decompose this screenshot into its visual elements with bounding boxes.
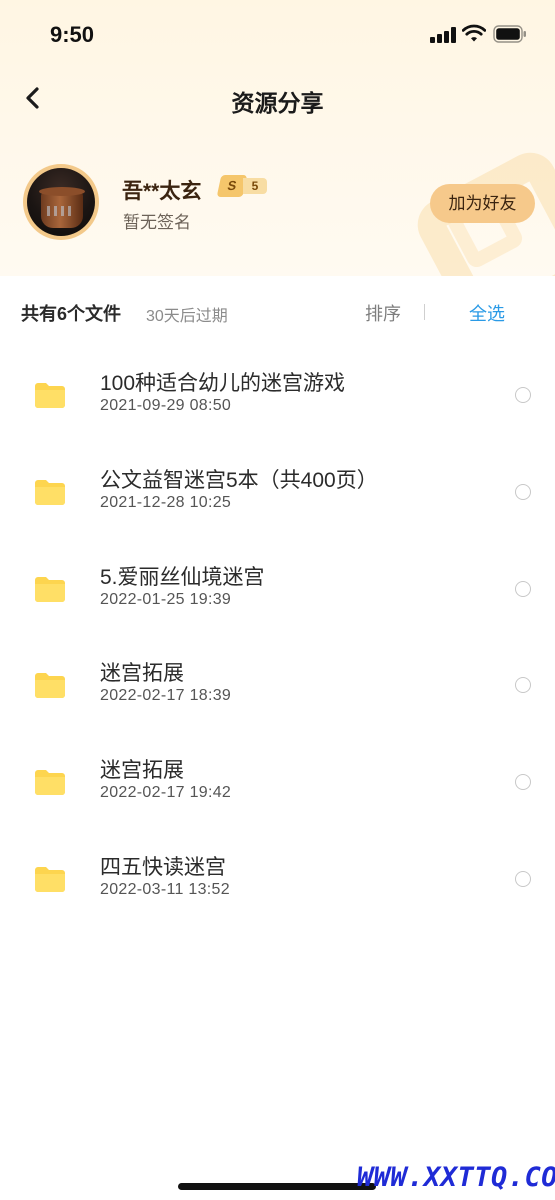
avatar-image	[27, 168, 95, 236]
status-bar: 9:50	[0, 0, 555, 70]
sort-button[interactable]: 排序	[365, 300, 401, 326]
file-date: 2022-02-17 18:39	[100, 687, 232, 705]
avatar[interactable]	[23, 164, 99, 240]
file-name: 100种适合幼儿的迷宫游戏	[100, 372, 346, 395]
file-name: 迷宫拓展	[100, 759, 184, 783]
avatar-cup-graphic	[39, 187, 85, 228]
status-time: 9:50	[50, 22, 95, 47]
user-name: 吾**太玄	[122, 180, 202, 203]
file-date: 2022-03-11 13:52	[100, 880, 230, 898]
file-row[interactable]: 迷宫拓展 2022-02-17 18:39	[0, 636, 555, 733]
file-name: 四五快读迷宫	[100, 855, 226, 879]
file-date: 2021-09-29 08:50	[100, 397, 232, 414]
file-row[interactable]: 5.爱丽丝仙境迷宫 2022-01-25 19:39	[0, 540, 555, 637]
file-date: 2022-01-25 19:39	[100, 590, 232, 608]
file-row[interactable]: 公文益智迷宫5本（共400页） 2021-12-28 10:25	[0, 443, 555, 540]
select-radio[interactable]	[515, 483, 531, 500]
add-friend-button[interactable]: 加为好友	[430, 184, 535, 223]
file-toolbar: 共有6个文件 30天后过期 排序 全选	[0, 276, 555, 346]
resource-share-page: 9:50 资源分享 吾**太玄 S 5 暂无签名 加为好友 共有6个文件 30天…	[0, 0, 555, 1200]
battery-icon	[493, 25, 526, 43]
level-badge: S 5	[216, 175, 269, 197]
folder-icon	[35, 673, 65, 699]
file-list: 100种适合幼儿的迷宫游戏 2021-09-29 08:50 公文益智迷宫5本（…	[0, 346, 555, 927]
page-title: 资源分享	[231, 90, 324, 116]
file-date: 2021-12-28 10:25	[100, 493, 232, 511]
user-signature: 暂无签名	[123, 213, 191, 232]
select-radio[interactable]	[515, 580, 531, 597]
watermark-text: WWW.XXTTQ.COM	[357, 1162, 555, 1193]
file-name: 5.爱丽丝仙境迷宫	[100, 565, 265, 589]
folder-icon	[35, 479, 65, 505]
file-date: 2022-02-17 19:42	[100, 784, 232, 802]
wifi-icon	[462, 24, 486, 42]
file-name: 公文益智迷宫5本（共400页）	[100, 468, 378, 492]
level-number: 5	[243, 178, 267, 194]
folder-icon	[35, 866, 65, 892]
expire-label: 30天后过期	[146, 308, 228, 325]
file-row[interactable]: 迷宫拓展 2022-02-17 19:42	[0, 733, 555, 830]
select-radio[interactable]	[515, 774, 531, 791]
file-name: 迷宫拓展	[100, 662, 184, 686]
toolbar-divider	[424, 304, 425, 320]
select-radio[interactable]	[515, 387, 531, 403]
select-radio[interactable]	[515, 870, 531, 887]
file-row[interactable]: 四五快读迷宫 2022-03-11 13:52	[0, 830, 555, 927]
file-count-label: 共有6个文件	[21, 304, 122, 324]
home-indicator[interactable]	[178, 1183, 376, 1190]
folder-icon	[35, 770, 65, 796]
select-radio[interactable]	[515, 677, 531, 694]
file-row[interactable]: 100种适合幼儿的迷宫游戏 2021-09-29 08:50	[0, 346, 555, 443]
signal-icon	[430, 27, 456, 43]
folder-icon	[35, 576, 65, 602]
folder-icon	[35, 383, 65, 408]
select-all-button[interactable]: 全选	[469, 300, 505, 326]
